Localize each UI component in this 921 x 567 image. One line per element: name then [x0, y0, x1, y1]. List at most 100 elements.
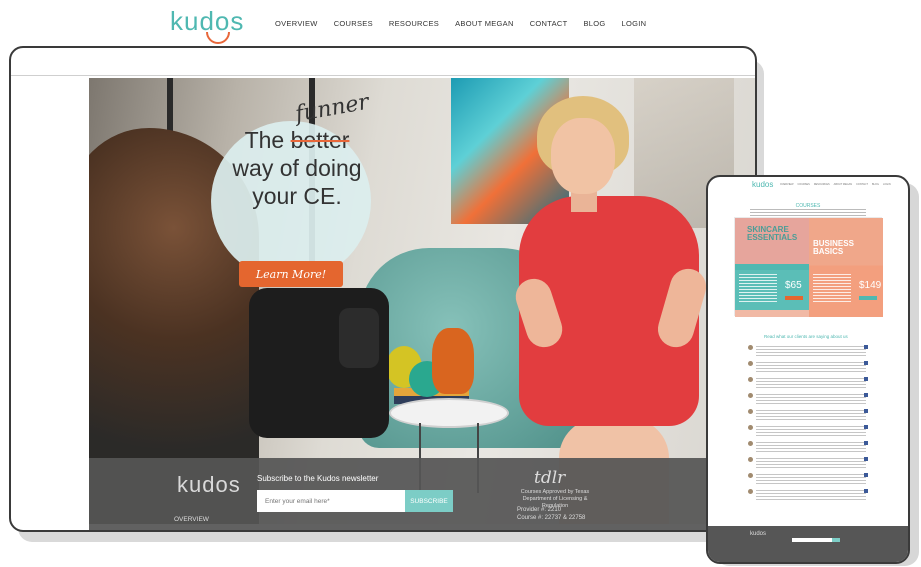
business-enroll-button[interactable] [859, 296, 877, 300]
camera-lens [339, 308, 379, 368]
avatar [748, 473, 753, 478]
list-item [748, 361, 870, 374]
mobile-nav-courses[interactable]: COURSES [797, 183, 809, 186]
reviews-list [748, 345, 870, 505]
review-text [756, 458, 866, 468]
footer-nav-overview[interactable]: OVERVIEW [174, 516, 209, 523]
review-text [756, 394, 866, 404]
review-text [756, 410, 866, 420]
skincare-title: SKINCARE ESSENTIALS [747, 226, 797, 242]
avatar [748, 345, 753, 350]
facebook-icon[interactable] [864, 425, 868, 429]
list-item [748, 489, 870, 502]
skincare-enroll-button[interactable] [785, 296, 803, 300]
site-footer: kudos OVERVIEW Subscribe to the Kudos ne… [89, 458, 755, 530]
provider-number: Provider #: 2210 [517, 507, 562, 513]
facebook-icon[interactable] [864, 457, 868, 461]
card-feature-list [739, 274, 777, 302]
headline-the: The [244, 127, 285, 153]
mobile-nav-about[interactable]: ABOUT MEGAN [834, 183, 852, 186]
course-card-skincare[interactable]: SKINCARE ESSENTIALS $65 [735, 218, 809, 317]
struck-word: better [290, 127, 350, 153]
list-item [748, 393, 870, 406]
desktop-browser-bar [11, 48, 755, 76]
facebook-icon[interactable] [864, 361, 868, 365]
newsletter-label: Subscribe to the Kudos newsletter [257, 474, 379, 483]
facebook-icon[interactable] [864, 393, 868, 397]
list-item [748, 345, 870, 358]
nav-login[interactable]: LOGIN [622, 19, 647, 28]
facebook-icon[interactable] [864, 409, 868, 413]
avatar [748, 377, 753, 382]
mobile-logo[interactable]: kudos [752, 180, 773, 189]
mobile-nav-overview[interactable]: OVERVIEW [780, 183, 793, 186]
skincare-price: $65 [785, 280, 802, 291]
facebook-icon[interactable] [864, 489, 868, 493]
email-input[interactable] [257, 490, 405, 512]
course-numbers: Course #: 22737 & 22758 [517, 515, 586, 521]
avatar [748, 489, 753, 494]
review-text [756, 362, 866, 372]
headline-line2: way of doing [232, 155, 362, 181]
facebook-icon[interactable] [864, 473, 868, 477]
review-text [756, 346, 866, 356]
business-price: $149 [859, 280, 882, 291]
mobile-nav-resources[interactable]: RESOURCES [814, 183, 830, 186]
list-item [748, 441, 870, 454]
list-item [748, 457, 870, 470]
tdlr-numbers: Provider #: 2210 Course #: 22737 & 22758 [517, 506, 585, 522]
review-text [756, 378, 866, 388]
avatar [748, 425, 753, 430]
mobile-nav-login[interactable]: LOGIN [883, 183, 891, 186]
mobile-nav-contact[interactable]: CONTACT [856, 183, 868, 186]
tdlr-logo: tdlr [534, 468, 566, 488]
business-title: BUSINESS BASICS [813, 240, 854, 256]
list-item [748, 425, 870, 438]
handwritten-word: funner [293, 89, 371, 128]
avatar [748, 441, 753, 446]
learn-more-button[interactable]: Learn More! [239, 261, 343, 287]
hero-headline: The better way of doing your CE. [227, 126, 367, 210]
mobile-mockup: kudos OVERVIEW COURSES RESOURCES ABOUT M… [706, 175, 910, 564]
facebook-icon[interactable] [864, 441, 868, 445]
tdlr-line1: Courses Approved by Texas [520, 489, 590, 495]
presenter-face [551, 118, 615, 194]
review-text [756, 474, 866, 484]
nav-blog[interactable]: BLOG [584, 19, 606, 28]
review-text [756, 490, 866, 500]
skincare-title-line2: ESSENTIALS [747, 233, 798, 242]
reviews-heading: Read what our clients are saying about u… [764, 334, 848, 339]
nav-courses[interactable]: COURSES [334, 19, 373, 28]
headline-line3: your CE. [252, 183, 342, 209]
facebook-icon[interactable] [864, 377, 868, 381]
avatar [748, 457, 753, 462]
footer-logo[interactable]: kudos [177, 472, 241, 498]
review-text [756, 442, 866, 452]
course-card-business[interactable]: BUSINESS BASICS $149 [809, 218, 883, 317]
list-item [748, 377, 870, 390]
mobile-intro-text [750, 209, 866, 217]
nav-resources[interactable]: RESOURCES [389, 19, 439, 28]
nav-overview[interactable]: OVERVIEW [275, 19, 318, 28]
top-nav: OVERVIEW COURSES RESOURCES ABOUT MEGAN C… [275, 19, 646, 28]
mobile-footer: kudos [708, 526, 908, 562]
list-item [748, 473, 870, 486]
nav-contact[interactable]: CONTACT [530, 19, 568, 28]
business-title-line2: BASICS [813, 247, 844, 256]
avatar [748, 393, 753, 398]
subscribe-button[interactable]: SUBSCRIBE [405, 490, 453, 512]
nav-about-megan[interactable]: ABOUT MEGAN [455, 19, 514, 28]
course-cards: SKINCARE ESSENTIALS $65 BUSINESS BASICS … [734, 217, 883, 317]
avatar [748, 409, 753, 414]
card-feature-list [813, 274, 851, 302]
review-text [756, 426, 866, 436]
mobile-subscribe-button[interactable] [832, 538, 840, 542]
facebook-icon[interactable] [864, 345, 868, 349]
logo-smile-icon [206, 32, 230, 44]
mobile-nav-blog[interactable]: BLOG [872, 183, 879, 186]
mobile-email-input[interactable] [792, 538, 832, 542]
kudos-logo[interactable]: kudos [170, 6, 244, 44]
screenshot-stage: kudos OVERVIEW COURSES RESOURCES ABOUT M… [0, 0, 921, 567]
mobile-nav: OVERVIEW COURSES RESOURCES ABOUT MEGAN C… [780, 183, 891, 186]
mobile-footer-logo[interactable]: kudos [750, 531, 766, 537]
